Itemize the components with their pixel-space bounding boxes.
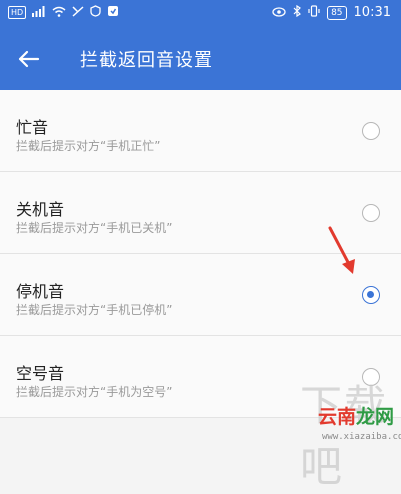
arrow-left-icon[interactable] <box>16 46 42 72</box>
option-label: 停机音 <box>16 282 65 301</box>
eye-icon <box>272 6 286 20</box>
shield-icon <box>90 5 101 20</box>
vibrate-icon <box>308 5 320 20</box>
logo-text-right: 龙网 <box>356 406 395 428</box>
radio-suspended-tone[interactable] <box>362 286 380 304</box>
watermark-url: www.xiazaiba.com <box>322 432 401 442</box>
option-busy-tone[interactable]: 忙音 拦截后提示对方“手机正忙” <box>0 90 401 172</box>
radio-busy-tone[interactable] <box>362 122 380 140</box>
watermark-logo: 云南龙网 <box>318 402 394 429</box>
option-label: 忙音 <box>16 118 49 137</box>
annotation-arrow-icon <box>328 226 355 274</box>
wifi-icon <box>52 6 66 20</box>
option-label: 关机音 <box>16 200 65 219</box>
option-description: 拦截后提示对方“手机已停机” <box>16 303 173 317</box>
notification-icon <box>72 5 84 20</box>
option-description: 拦截后提示对方“手机已关机” <box>16 221 173 235</box>
option-description: 拦截后提示对方“手机正忙” <box>16 139 161 153</box>
signal-icon <box>32 5 46 20</box>
app-badge-icon <box>107 5 119 20</box>
app-bar: 拦截返回音设置 <box>0 28 401 90</box>
logo-text-left: 云南 <box>318 406 357 428</box>
clock: 10:31 <box>353 5 391 20</box>
bluetooth-icon <box>293 4 302 20</box>
status-bar: HD 85 10:31 <box>0 0 401 28</box>
option-label: 空号音 <box>16 364 65 383</box>
option-description: 拦截后提示对方“手机为空号” <box>16 385 173 399</box>
radio-power-off-tone[interactable] <box>362 204 380 222</box>
hd-indicator: HD <box>8 6 27 19</box>
page-title: 拦截返回音设置 <box>80 50 213 71</box>
battery-indicator: 85 <box>327 5 347 20</box>
